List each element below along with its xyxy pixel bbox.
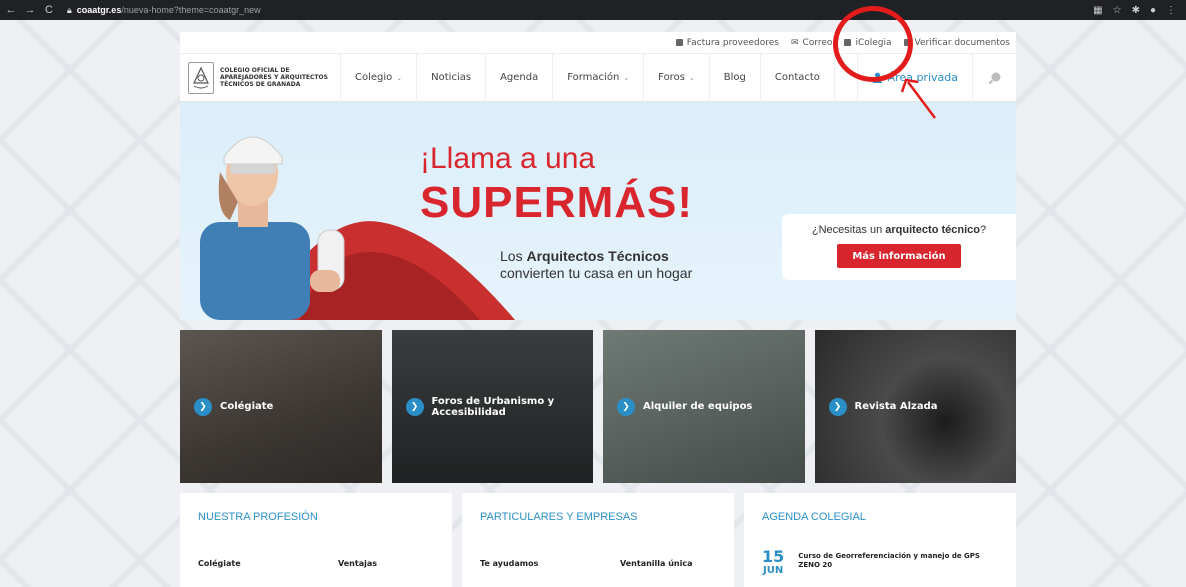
search-button[interactable]	[972, 53, 1016, 102]
emblem-icon	[188, 61, 214, 94]
extensions-icon[interactable]: ✱	[1132, 5, 1140, 16]
hero-question: ¿Necesitas un arquitecto técnico?	[811, 224, 987, 236]
arrow-right-icon: ❯	[194, 397, 212, 416]
arrow-right-icon: ❯	[828, 397, 847, 416]
browser-toolbar: ← → C 🔒︎ coaatgr.es /nueva-home?theme=co…	[0, 0, 1186, 20]
column-title: AGENDA COLEGIAL	[762, 511, 866, 523]
chevron-down-icon: ⌄	[396, 73, 403, 82]
agenda-event[interactable]: 15 JUN Curso de Georreferenciación y man…	[744, 523, 1016, 577]
annotation-circle	[833, 6, 913, 82]
event-date: 15 JUN	[762, 547, 785, 577]
link-te-ayudamos[interactable]: Te ayudamos	[480, 559, 620, 568]
arrow-right-icon: ❯	[405, 397, 424, 416]
column-particulares: PARTICULARES Y EMPRESAS Te ayudamos Vent…	[462, 493, 734, 587]
link-colegiate[interactable]: Colégiate	[198, 559, 338, 568]
forward-icon[interactable]: →	[22, 4, 38, 16]
tile-foros[interactable]: ❯ Foros de Urbanismo y Accesibilidad	[391, 330, 593, 483]
menu-item-foros[interactable]: Foros ⌄	[643, 53, 709, 102]
chevron-down-icon: ⌄	[688, 73, 695, 82]
topbar-link-invoices[interactable]: Factura proveedores	[675, 38, 779, 48]
tile-revista[interactable]: ❯ Revista Alzada	[814, 330, 1016, 483]
column-title: PARTICULARES Y EMPRESAS	[480, 511, 638, 523]
menu-item-contacto[interactable]: Contacto	[759, 53, 834, 102]
menu-item-agenda[interactable]: Agenda	[485, 53, 552, 102]
site-logo[interactable]: COLEGIO OFICIAL DE APAREJADORES Y ARQUIT…	[180, 61, 340, 94]
more-info-button[interactable]: Más información	[837, 244, 961, 268]
url-path: /nueva-home?theme=coaatgr_new	[121, 5, 261, 15]
bookmark-star-icon[interactable]: ☆	[1113, 5, 1122, 16]
address-bar[interactable]: 🔒︎ coaatgr.es /nueva-home?theme=coaatgr_…	[67, 5, 261, 16]
logo-text: COLEGIO OFICIAL DE APAREJADORES Y ARQUIT…	[220, 67, 328, 88]
website: Factura proveedores ✉︎ Correo iColegia V…	[180, 32, 1016, 587]
menu-item-blog[interactable]: Blog	[708, 53, 760, 102]
hero-cta-box: ¿Necesitas un arquitecto técnico? Más in…	[782, 214, 1016, 280]
url-host: coaatgr.es	[76, 5, 122, 15]
profile-avatar-icon[interactable]: ●	[1150, 5, 1156, 16]
column-title: NUESTRA PROFESIÓN	[198, 511, 318, 523]
hero-headline-line1: ¡Llama a una	[420, 142, 596, 175]
hero-banner[interactable]: ¡Llama a una SUPERMÁS! Los Arquitectos T…	[180, 102, 1016, 320]
translate-icon[interactable]: ▦	[1093, 5, 1102, 16]
link-ventajas[interactable]: Ventajas	[338, 559, 377, 568]
back-icon[interactable]: ←	[3, 4, 19, 16]
topbar-link-verify[interactable]: Verificar documentos	[903, 38, 1010, 48]
column-profesion: NUESTRA PROFESIÓN Colégiate Ventajas	[180, 493, 452, 587]
browser-menu-icon[interactable]: ⋮	[1166, 5, 1176, 16]
link-ventanilla-unica[interactable]: Ventanilla única	[620, 559, 692, 568]
search-icon	[988, 72, 1000, 84]
hero-headline-line2: SUPERMÁS!	[420, 178, 694, 227]
tile-colegiate[interactable]: ❯ Colégiate	[180, 330, 382, 483]
info-columns: NUESTRA PROFESIÓN Colégiate Ventajas PAR…	[180, 493, 1016, 587]
mail-icon: ✉︎	[791, 37, 799, 48]
reload-icon[interactable]: C	[41, 4, 57, 16]
invoice-icon	[675, 39, 683, 46]
column-agenda: AGENDA COLEGIAL 15 JUN Curso de Georrefe…	[744, 493, 1016, 587]
arrow-right-icon: ❯	[617, 397, 635, 416]
event-title: Curso de Georreferenciación y manejo de …	[798, 552, 980, 569]
menu-item-colegio[interactable]: Colegio ⌄	[340, 53, 416, 102]
tile-alquiler[interactable]: ❯ Alquiler de equipos	[603, 330, 805, 483]
lock-icon: 🔒︎	[67, 4, 72, 15]
menu-item-noticias[interactable]: Noticias	[416, 53, 485, 102]
feature-tiles: ❯ Colégiate ❯ Foros de Urbanismo y Accesib…	[180, 330, 1016, 483]
hero-subtitle: Los Arquitectos Técnicos convierten tu c…	[500, 248, 693, 281]
main-menu: Colegio ⌄ Noticias Agenda Formación ⌄ Foro…	[340, 53, 834, 102]
menu-item-formacion[interactable]: Formación ⌄	[552, 53, 643, 102]
chevron-down-icon: ⌄	[623, 73, 630, 82]
topbar-link-mail[interactable]: ✉︎ Correo	[791, 38, 832, 48]
